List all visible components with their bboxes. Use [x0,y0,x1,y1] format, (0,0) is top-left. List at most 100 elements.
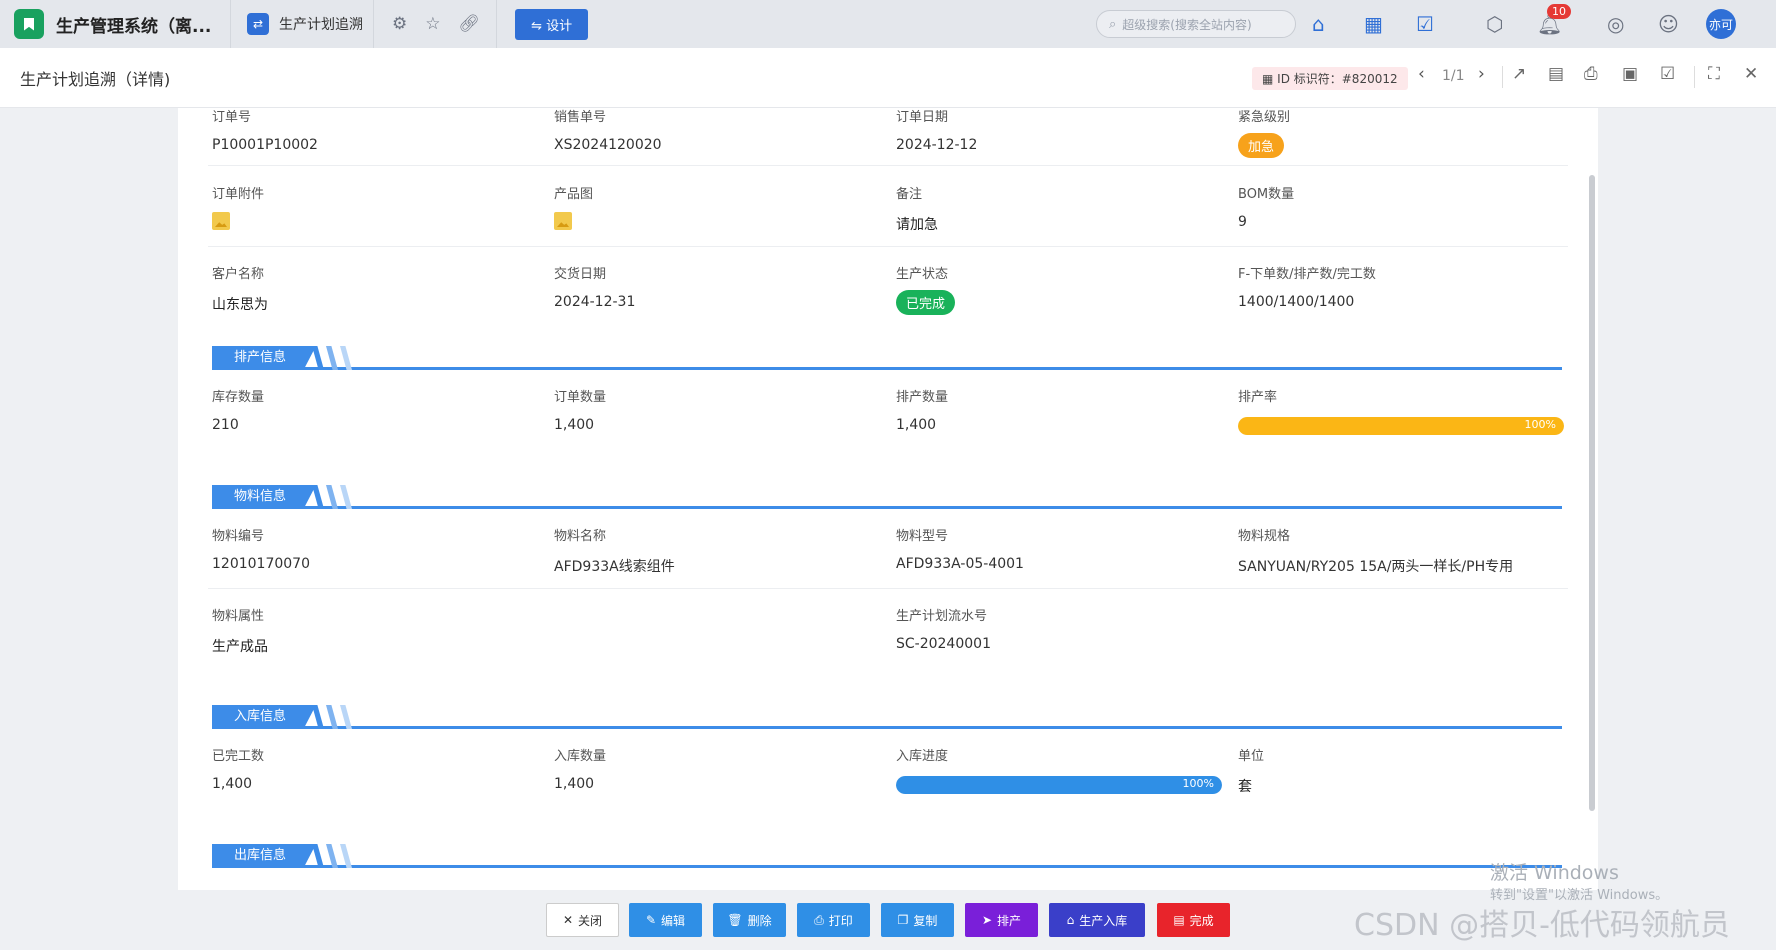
edit-button[interactable]: ✎ 编辑 [629,903,702,937]
field-material-name: 物料名称 AFD933A线索组件 [554,525,675,576]
detail-content: 订单号 P10001P10002 销售单号 XS2024120020 订单日期 … [178,108,1598,890]
field-value: 1,400 [896,417,937,433]
field-row: 客户名称 山东思为 交货日期 2024-12-31 生产状态 已完成 F-下单数… [208,247,1568,327]
task-check-icon[interactable]: ☑ [1416,12,1434,36]
schedule-rate-progress: 100% [1238,417,1564,435]
field-label: 紧急级别 [1238,110,1291,125]
schedule-label: 排产 [997,913,1022,928]
field-order-attachment: 订单附件 [212,183,264,234]
image-icon[interactable] [554,212,572,230]
field-bom-count: BOM数量 9 [1238,183,1294,230]
workflow-icon[interactable]: ⬡ [1486,12,1503,36]
document-check-icon: ▤ [1173,913,1185,927]
id-badge[interactable]: ▦ ID 标识符：#820012 [1252,67,1408,90]
calendar-icon[interactable]: ▣ [1622,64,1638,84]
field-delivery-date: 交货日期 2024-12-31 [554,263,635,310]
field-label: 已完工数 [212,749,265,764]
progress-text: 100% [1182,777,1214,790]
apps-grid-icon[interactable]: ▦ [1364,12,1383,36]
field-value: 2024-12-12 [896,137,978,153]
link-icon[interactable]: 🔗︎ [459,14,481,34]
support-icon[interactable]: ☺ [1658,12,1679,36]
field-schedule-qty: 排产数量 1,400 [896,386,948,433]
search-input[interactable]: ⌕ 超级搜索(搜索全站内容) [1096,10,1296,38]
design-label: 设计 [546,18,573,34]
scrollbar[interactable] [1589,175,1595,811]
print-label: 打印 [828,913,853,928]
progress-fill [896,776,1222,794]
field-value: 9 [1238,214,1247,230]
csdn-watermark: CSDN @搭贝-低代码领航员 [1354,908,1730,943]
field-value: 1,400 [554,417,595,433]
home-icon[interactable]: ⌂ [1312,12,1325,36]
copy-button[interactable]: ❐ 复制 [881,903,954,937]
field-value: SC-20240001 [896,636,991,652]
design-button[interactable]: ⇋ 设计 [515,8,589,40]
field-label: 销售单号 [554,110,607,125]
print-button[interactable]: ⎙ 打印 [797,903,870,937]
field-material-spec: 物料规格 SANYUAN/RY205 15A/两头一样长/PH专用 [1238,525,1513,576]
avatar[interactable]: 亦可 [1706,9,1736,39]
field-label: 物料编号 [212,529,265,544]
field-urgency: 紧急级别 加急 [1238,108,1290,158]
section-title: 排产信息 [212,346,316,370]
field-row: 库存数量 210 订单数量 1,400 排产数量 1,400 排产率 100% [208,370,1568,450]
complete-button[interactable]: ▤ 完成 [1157,903,1230,937]
field-label: 物料型号 [896,529,949,544]
field-label: 生产状态 [896,267,949,282]
app-logo-icon[interactable] [14,9,44,39]
id-text: ID 标识符：#820012 [1277,72,1398,86]
close-label: 关闭 [578,913,603,928]
home-icon: ⌂ [1066,913,1075,927]
close-icon[interactable]: ✕ [1744,64,1758,84]
field-label: 排产数量 [896,390,949,405]
compass-icon[interactable]: ◎ [1607,12,1624,36]
progress-fill [1238,417,1564,435]
close-button[interactable]: ✕ 关闭 [546,903,619,937]
field-row: 订单附件 产品图 备注 请加急 BOM数量 9 [208,167,1568,247]
field-label: 生产计划流水号 [896,609,988,624]
field-value: XS2024120020 [554,137,662,153]
fullscreen-icon[interactable]: ⛶ [1708,64,1720,84]
app-title[interactable]: 生产管理系统（离... [56,12,216,37]
field-label: 产品图 [554,187,594,202]
field-value: 套 [1238,779,1252,795]
search-icon: ⌕ [1109,16,1117,32]
tab-title[interactable]: 生产计划追溯 [279,14,363,34]
field-label: 库存数量 [212,390,265,405]
field-value: 请加急 [896,217,938,233]
field-value: 生产成品 [212,639,268,655]
field-storage-progress: 入库进度 100% [896,745,1222,794]
warehouse-in-button[interactable]: ⌂ 生产入库 [1049,903,1145,937]
storage-progress: 100% [896,776,1222,794]
prev-record-icon[interactable]: ‹ [1418,64,1425,84]
settings-icon[interactable]: ⚙ [392,14,407,34]
warehouse-label: 生产入库 [1079,913,1128,928]
print-icon: ⎙ [814,912,824,927]
delete-button[interactable]: 🗑︎ 删除 [713,903,786,937]
document-icon[interactable]: ▤ [1548,64,1564,84]
detail-header: 生产计划追溯（详情) ▦ ID 标识符：#820012 ‹ 1/1 › ↗ ▤ … [0,48,1776,108]
field-label: 客户名称 [212,267,265,282]
copy-label: 复制 [913,913,938,928]
search-placeholder: 超级搜索(搜索全站内容) [1122,17,1252,32]
field-plan-serial: 生产计划流水号 SC-20240001 [896,605,991,652]
star-icon[interactable]: ☆ [425,14,440,34]
share-icon[interactable]: ↗ [1512,64,1526,84]
image-icon[interactable] [212,212,230,230]
progress-text: 100% [1524,418,1556,431]
print-icon[interactable]: ⎙ [1584,64,1598,84]
field-value: 2024-12-31 [554,294,636,310]
field-label: BOM数量 [1238,187,1295,202]
field-value: SANYUAN/RY205 15A/两头一样长/PH专用 [1238,559,1514,575]
urgency-badge: 加急 [1238,133,1285,158]
schedule-button[interactable]: ➤ 排产 [965,903,1038,937]
delete-label: 删除 [747,913,772,928]
divider [496,0,498,48]
field-value: P10001P10002 [212,137,318,153]
checkbox-icon[interactable]: ☑ [1660,64,1675,84]
field-label: 物料属性 [212,609,265,624]
field-unit: 单位 套 [1238,745,1264,796]
page-title: 生产计划追溯（详情) [20,69,171,89]
next-record-icon[interactable]: › [1478,64,1485,84]
